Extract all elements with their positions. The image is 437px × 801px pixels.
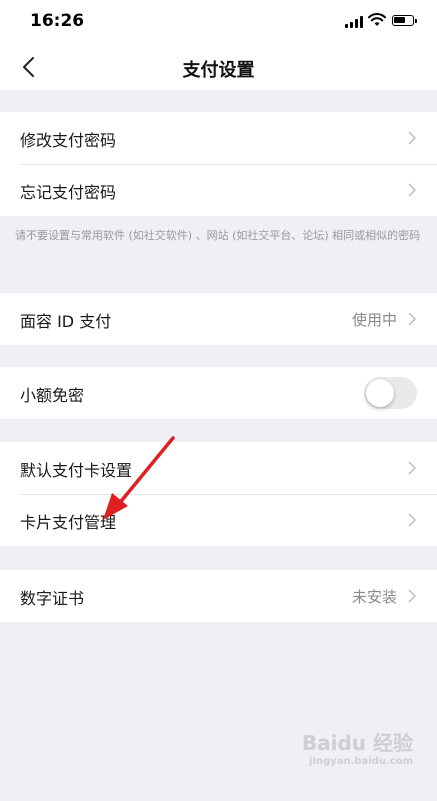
cellular-signal-icon	[345, 16, 363, 28]
card-group: 默认支付卡设置 卡片支付管理	[0, 442, 437, 546]
small-amount-group: 小额免密	[0, 367, 437, 419]
wifi-icon	[368, 13, 386, 26]
small-amount-toggle[interactable]	[364, 377, 417, 409]
status-time: 16:26	[30, 11, 85, 31]
chevron-right-icon	[408, 461, 416, 475]
chevron-right-icon	[408, 312, 416, 326]
small-amount-free-row: 小额免密	[0, 367, 437, 419]
row-label: 数字证书	[20, 589, 85, 608]
row-label: 面容 ID 支付	[20, 312, 112, 331]
toggle-knob	[366, 379, 394, 407]
password-hint-text: 请不要设置与常用软件 (如社交软件) 、网站 (如社交平台、论坛) 相同或相似的…	[15, 229, 421, 242]
card-payment-management-row[interactable]: 卡片支付管理	[0, 494, 437, 546]
chevron-right-icon	[408, 183, 416, 197]
watermark-sub: jingyan.baidu.com	[309, 756, 413, 767]
forgot-payment-password-row[interactable]: 忘记支付密码	[0, 164, 437, 216]
change-payment-password-row[interactable]: 修改支付密码	[0, 112, 437, 164]
faceid-group: 面容 ID 支付 使用中	[0, 293, 437, 345]
navigation-bar: 支付设置	[0, 44, 437, 90]
chevron-right-icon	[408, 589, 416, 603]
faceid-payment-row[interactable]: 面容 ID 支付 使用中	[0, 293, 437, 345]
battery-icon	[392, 15, 417, 26]
chevron-right-icon	[408, 513, 416, 527]
status-bar: 16:26	[0, 0, 437, 44]
baidu-watermark: Baidu 经验 jingyan.baidu.com	[302, 727, 413, 767]
certificate-status-value: 未安装	[351, 588, 397, 606]
digital-certificate-row[interactable]: 数字证书 未安装	[0, 570, 437, 622]
page-title: 支付设置	[182, 60, 255, 81]
row-label: 默认支付卡设置	[20, 461, 133, 480]
default-card-settings-row[interactable]: 默认支付卡设置	[0, 442, 437, 494]
row-label: 卡片支付管理	[20, 513, 117, 532]
chevron-right-icon	[408, 131, 416, 145]
password-group: 修改支付密码 忘记支付密码	[0, 112, 437, 216]
certificate-group: 数字证书 未安装	[0, 570, 437, 622]
watermark-text: Baidu 经验	[301, 731, 413, 755]
row-label: 忘记支付密码	[20, 183, 117, 202]
row-label: 小额免密	[20, 386, 85, 405]
faceid-status-value: 使用中	[351, 311, 397, 329]
row-label: 修改支付密码	[20, 131, 117, 150]
